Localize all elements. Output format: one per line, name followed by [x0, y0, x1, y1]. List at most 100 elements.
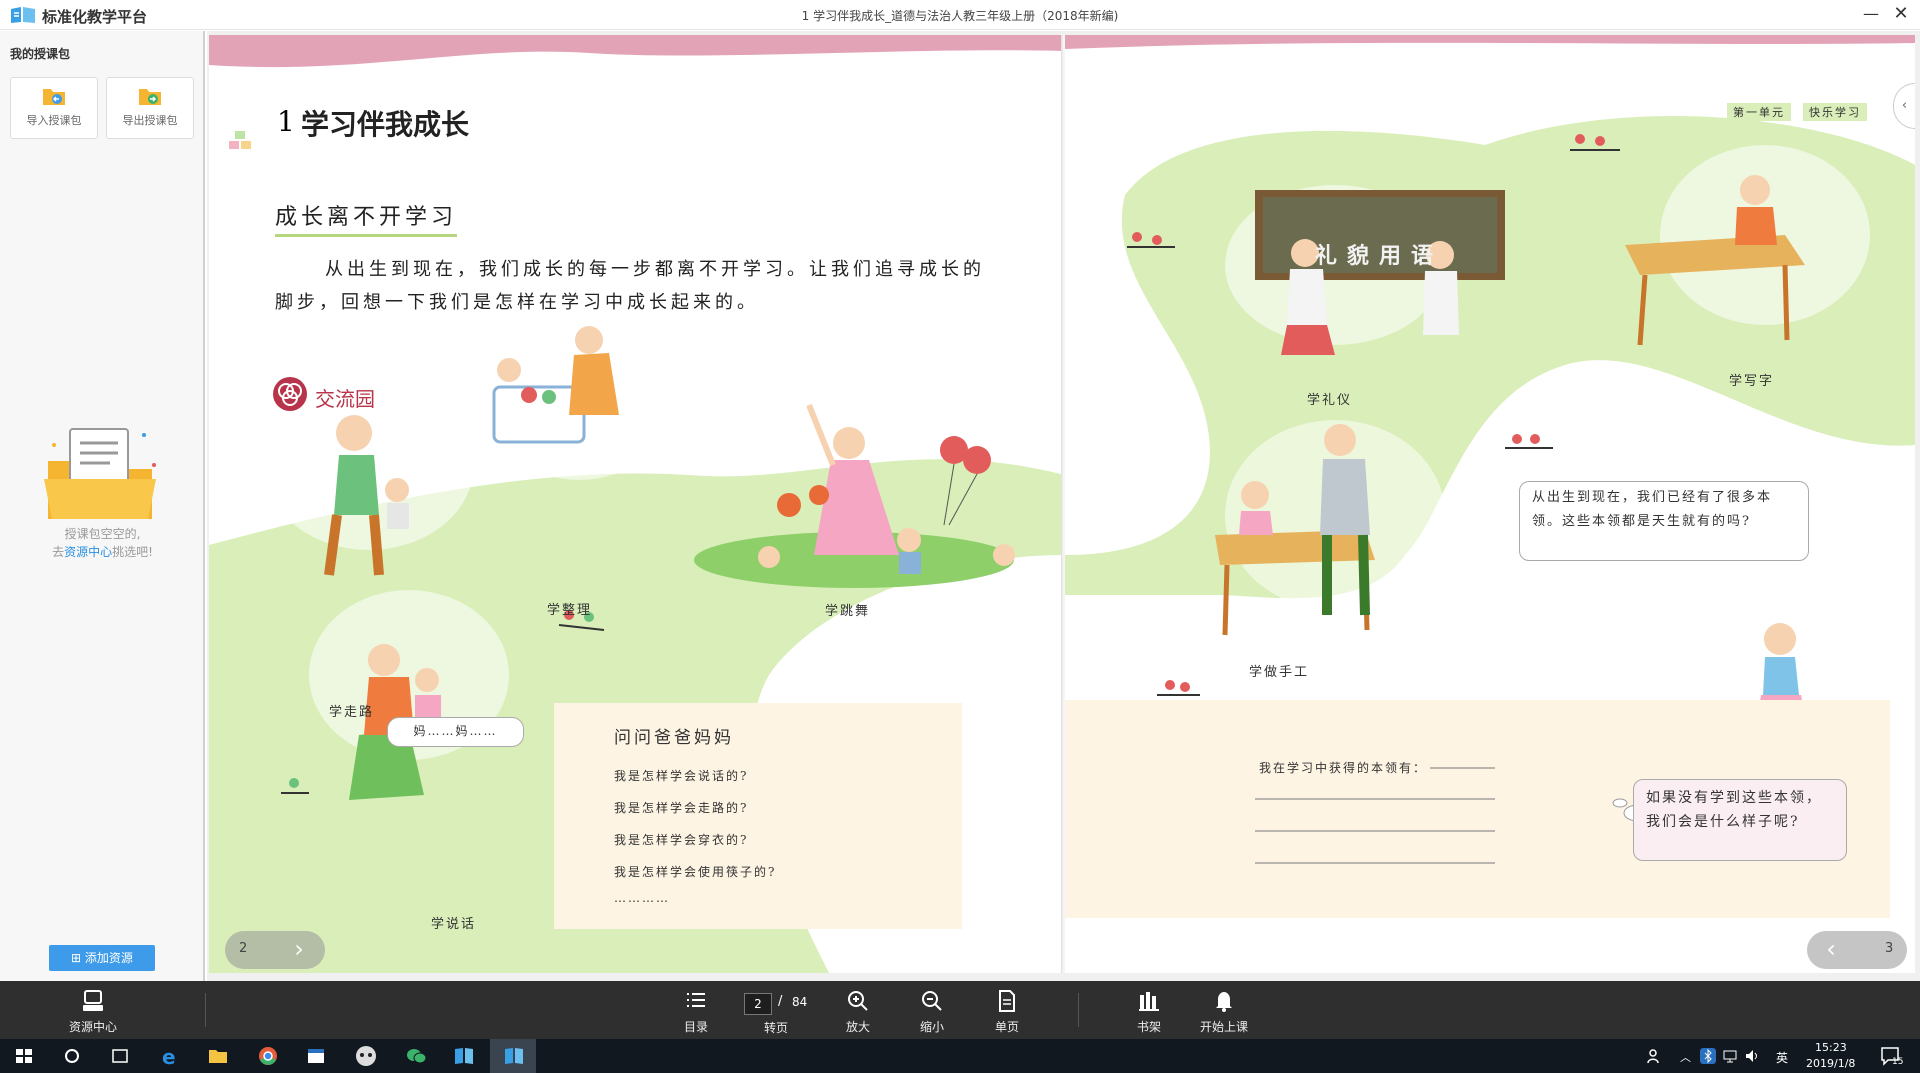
title-decoration-icon	[229, 131, 251, 149]
empty-message-line1: 授课包空空的,	[64, 527, 141, 541]
empty-message-prefix: 去	[52, 545, 65, 559]
prev-page-arrow-button[interactable]: ‹	[1811, 931, 1851, 969]
zoom-in-icon	[848, 991, 868, 1011]
lesson-package-sidebar: 我的授课包 导入授课包 导出授课包 授课包空空的, 去资源中心挑选吧! ⊞ 添加…	[0, 31, 205, 981]
goto-page-button[interactable]: 转页	[764, 1019, 788, 1036]
caption-walk: 学走路	[329, 705, 375, 720]
clock-date[interactable]: 2019/1/8	[1806, 1057, 1855, 1070]
bookshelf-label: 书架	[1136, 1020, 1161, 1034]
sidebar-title: 我的授课包	[10, 47, 71, 61]
lesson-title: 学习伴我成长	[301, 108, 470, 141]
bookshelf-button[interactable]: 书架	[1119, 989, 1179, 1035]
ask-question: 我是怎样学会走路的?	[614, 801, 749, 815]
ask-question: 我是怎样学会说话的?	[614, 769, 749, 783]
close-button[interactable]: ✕	[1890, 3, 1912, 25]
bluetooth-icon[interactable]	[1700, 1048, 1716, 1064]
add-resource-label: 添加资源	[84, 951, 133, 965]
resource-center-button[interactable]: 资源中心	[63, 989, 123, 1035]
list-icon	[687, 993, 705, 1007]
teaching-platform-active-icon[interactable]	[496, 1043, 532, 1069]
zoom-in-button[interactable]: 放大	[828, 989, 888, 1035]
next-page-arrow-button[interactable]: ›	[279, 931, 319, 969]
total-pages: 84	[792, 995, 808, 1009]
zoom-out-button[interactable]: 缩小	[902, 989, 962, 1035]
ask-question: 我是怎样学会使用筷子的?	[614, 865, 777, 879]
svg-text:e: e	[162, 1045, 176, 1069]
resource-center-link[interactable]: 资源中心	[64, 545, 112, 559]
caption-talk: 学说话	[431, 917, 477, 932]
empty-message-line2: 去资源中心挑选吧!	[0, 543, 205, 561]
user-icon[interactable]	[1645, 1047, 1663, 1065]
exchange-section-label: 交流园	[315, 387, 375, 411]
page-separator: /	[778, 994, 783, 1009]
title-bar: 标准化教学平台 1 学习伴我成长_道德与法治人教三年级上册（2018年新编) —…	[0, 0, 1920, 30]
export-package-button[interactable]: 导出授课包	[106, 77, 194, 139]
windows-start-icon[interactable]	[6, 1043, 42, 1069]
wechat-icon[interactable]	[398, 1043, 434, 1069]
import-package-label: 导入授课包	[26, 114, 82, 127]
tray-expand-icon[interactable]: ︿	[1680, 1049, 1691, 1065]
chrome-icon[interactable]	[250, 1043, 286, 1069]
next-page-control: ‹ 3	[1807, 931, 1907, 969]
zoom-out-icon	[922, 991, 942, 1011]
notification-count: 15	[1892, 1057, 1904, 1067]
unit-topic-label: 快乐学习	[1803, 103, 1867, 121]
textbook-page-left: 1 学习伴我成长 成长离不开学习 从出生到现在，我们成长的每一步都离不开学习。让…	[209, 35, 1064, 973]
zoom-out-label: 缩小	[919, 1020, 944, 1034]
folder-export-icon	[138, 86, 162, 106]
skills-prompt: 我在学习中获得的本领有：	[1259, 761, 1428, 775]
ask-parents-box: 问问爸爸妈妈 我是怎样学会说话的? 我是怎样学会走路的? 我是怎样学会穿衣的? …	[554, 703, 962, 929]
ask-question: 我是怎样学会穿衣的?	[614, 833, 749, 847]
bookshelf-icon	[1139, 992, 1159, 1011]
volume-icon[interactable]	[1744, 1048, 1760, 1064]
exchange-section-icon	[273, 377, 307, 411]
clock-time[interactable]: 15:23	[1815, 1041, 1847, 1054]
empty-folder-illustration	[44, 428, 156, 519]
speech-bubble-girl: 从出生到现在，我们已经有了很多本领。这些本领都是天生就有的吗?	[1519, 481, 1809, 561]
textbook-viewer: 1 学习伴我成长 成长离不开学习 从出生到现在，我们成长的每一步都离不开学习。让…	[207, 31, 1920, 981]
page-number-input[interactable]: 2	[744, 993, 772, 1015]
intro-paragraph: 从出生到现在，我们成长的每一步都离不开学习。让我们追寻成长的脚步，回想一下我们是…	[275, 259, 985, 313]
caption-craft: 学做手工	[1249, 665, 1310, 680]
start-class-button[interactable]: 开始上课	[1193, 989, 1255, 1035]
edge-browser-icon[interactable]: e	[152, 1043, 188, 1069]
lesson-number: 1	[277, 105, 295, 138]
panda-app-icon[interactable]	[348, 1043, 384, 1069]
import-package-button[interactable]: 导入授课包	[10, 77, 98, 139]
resource-center-label: 资源中心	[68, 1020, 117, 1034]
folder-import-icon	[42, 86, 66, 106]
zoom-in-label: 放大	[845, 1020, 870, 1034]
bell-icon	[1216, 992, 1232, 1012]
start-class-label: 开始上课	[1199, 1020, 1248, 1034]
network-icon[interactable]	[1722, 1048, 1738, 1064]
window-title: 1 学习伴我成长_道德与法治人教三年级上册（2018年新编)	[801, 9, 1119, 23]
export-package-label: 导出授课包	[122, 114, 178, 127]
search-icon[interactable]	[54, 1043, 90, 1069]
minimize-button[interactable]: —	[1860, 4, 1882, 26]
file-explorer-icon[interactable]	[200, 1043, 236, 1069]
resource-center-icon	[83, 990, 103, 1011]
task-view-icon[interactable]	[102, 1043, 138, 1069]
single-page-button[interactable]: 单页	[977, 989, 1037, 1035]
speech-bubble-mom: 妈……妈……	[387, 717, 524, 747]
section-heading: 成长离不开学习	[275, 199, 458, 237]
add-resource-button[interactable]: ⊞ 添加资源	[49, 945, 155, 971]
caption-etiquette: 学礼仪	[1307, 393, 1353, 408]
prev-page-control: 2 ›	[225, 931, 325, 969]
caption-dance: 学跳舞	[825, 604, 871, 619]
toolbar-divider	[205, 993, 206, 1027]
single-page-icon	[999, 990, 1015, 1012]
caption-write: 学写字	[1729, 374, 1775, 389]
single-page-label: 单页	[994, 1020, 1019, 1034]
input-method-indicator[interactable]: 英	[1776, 1049, 1788, 1066]
empty-message-suffix: 挑选吧!	[112, 545, 153, 559]
ask-box-title: 问问爸爸妈妈	[614, 728, 734, 748]
teaching-platform-icon[interactable]	[446, 1043, 482, 1069]
right-page-number: 3	[1885, 941, 1894, 956]
empty-package-message: 授课包空空的, 去资源中心挑选吧!	[0, 525, 205, 561]
app-window-icon[interactable]	[298, 1043, 334, 1069]
toc-label: 目录	[683, 1020, 708, 1034]
caption-tidy: 学整理	[547, 603, 593, 618]
toc-button[interactable]: 目录	[666, 989, 726, 1035]
windows-taskbar: e ︿ 英 15:23 2019/1/8 15	[0, 1039, 1920, 1073]
